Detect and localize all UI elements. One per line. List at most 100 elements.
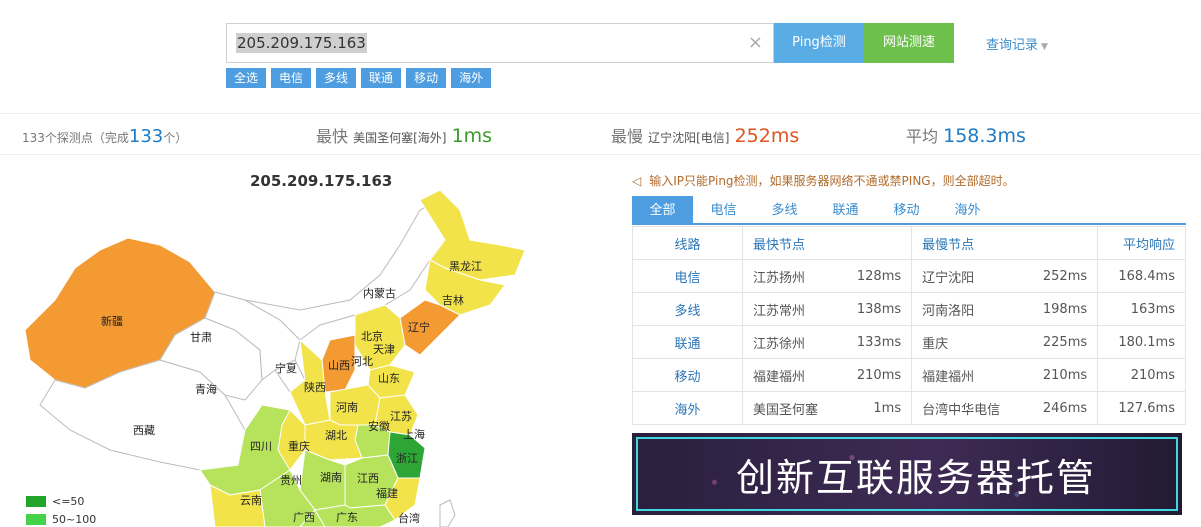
tab-overseas[interactable]: 海外 xyxy=(937,196,998,223)
fastest-location: 美国圣何塞[海外] xyxy=(353,131,447,145)
tab-all[interactable]: 全部 xyxy=(632,196,693,223)
cell-slow-node: 福建福州 xyxy=(911,358,1027,392)
fastest-stat: 最快 美国圣何塞[海外] 1ms xyxy=(316,123,492,147)
banner-text: 创新互联服务器托管 xyxy=(736,456,1097,500)
province-taiwan xyxy=(439,499,456,527)
slowest-value: 252ms xyxy=(734,125,800,147)
label-qinghai: 青海 xyxy=(195,382,217,396)
cell-fast-node: 福建福州 xyxy=(741,358,841,392)
label-gansu: 甘肃 xyxy=(190,331,212,344)
label-taiwan: 台湾 xyxy=(398,511,420,525)
tab-unicom[interactable]: 联通 xyxy=(815,196,876,223)
cell-slow-node: 重庆 xyxy=(911,325,1027,359)
clear-icon[interactable]: × xyxy=(748,32,763,54)
label-jiangxi: 江西 xyxy=(357,472,379,485)
label-henan: 河南 xyxy=(336,401,358,414)
advertisement-banner[interactable]: 创新互联服务器托管 xyxy=(632,433,1182,515)
chevron-down-icon: ▼ xyxy=(1041,42,1048,52)
label-inner-mongolia: 内蒙古 xyxy=(363,286,396,300)
filter-telecom-button[interactable]: 电信 xyxy=(271,68,312,88)
label-guangdong: 广东 xyxy=(336,511,358,524)
cell-avg: 210ms xyxy=(1097,358,1186,392)
search-box[interactable]: 205.209.175.163 × xyxy=(226,23,774,63)
search-input[interactable] xyxy=(227,24,747,62)
ping-button[interactable]: Ping检测 xyxy=(774,23,864,63)
cell-avg: 180.1ms xyxy=(1097,325,1186,359)
tab-mobile[interactable]: 移动 xyxy=(876,196,937,223)
cell-line: 联通 xyxy=(632,325,743,359)
slowest-label: 最慢 xyxy=(611,127,644,146)
line-tabs: 全部 电信 多线 联通 移动 海外 xyxy=(632,196,1186,225)
label-yunnan: 云南 xyxy=(240,494,262,507)
label-hubei: 湖北 xyxy=(325,429,347,442)
label-hebei: 河北 xyxy=(351,355,373,368)
table-row: 联通 江苏徐州 133ms 重庆 225ms 180.1ms xyxy=(632,325,1186,359)
cell-line: 多线 xyxy=(632,292,743,326)
label-beijing: 北京 xyxy=(361,329,383,343)
legend-swatch xyxy=(26,513,46,525)
cell-fast-node: 美国圣何塞 xyxy=(741,391,841,425)
tab-multiline[interactable]: 多线 xyxy=(754,196,815,223)
legend-swatch xyxy=(26,495,46,507)
label-xinjiang: 新疆 xyxy=(101,314,123,328)
slowest-location: 辽宁沈阳[电信] xyxy=(648,131,730,145)
legend-label: <=50 xyxy=(52,494,85,508)
tab-telecom[interactable]: 电信 xyxy=(693,196,754,223)
slowest-stat: 最慢 辽宁沈阳[电信] 252ms xyxy=(611,123,799,147)
cell-fast-node: 江苏徐州 xyxy=(741,325,841,359)
label-hunan: 湖南 xyxy=(320,471,342,484)
cell-slow-ms: 225ms xyxy=(1026,325,1099,359)
cell-slow-node: 台湾中华电信 xyxy=(911,391,1027,425)
average-stat: 平均 158.3ms xyxy=(906,123,1026,147)
average-label: 平均 xyxy=(906,127,939,146)
cell-slow-ms: 198ms xyxy=(1026,292,1099,326)
filter-unicom-button[interactable]: 联通 xyxy=(361,68,402,88)
cell-fast-ms: 138ms xyxy=(840,292,913,326)
cell-slow-node: 辽宁沈阳 xyxy=(911,259,1027,293)
cell-line: 海外 xyxy=(632,391,743,425)
cell-avg: 163ms xyxy=(1097,292,1186,326)
cell-line: 移动 xyxy=(632,358,743,392)
label-shaanxi: 陕西 xyxy=(304,380,326,394)
filter-overseas-button[interactable]: 海外 xyxy=(451,68,492,88)
header-line: 线路 xyxy=(632,226,743,260)
results-table: 线路 最快节点 最慢节点 平均响应 电信 江苏扬州 128ms 辽宁沈阳 252… xyxy=(632,226,1186,425)
cell-fast-ms: 1ms xyxy=(840,391,913,425)
table-row: 海外 美国圣何塞 1ms 台湾中华电信 246ms 127.6ms xyxy=(632,391,1186,425)
header-slowest: 最慢节点 xyxy=(911,226,1099,260)
label-liaoning: 辽宁 xyxy=(408,320,430,334)
query-history-label: 查询记录 xyxy=(986,38,1039,53)
cell-fast-node: 江苏常州 xyxy=(741,292,841,326)
table-row: 电信 江苏扬州 128ms 辽宁沈阳 252ms 168.4ms xyxy=(632,259,1186,293)
label-zhejiang: 浙江 xyxy=(396,452,418,465)
cell-fast-ms: 210ms xyxy=(840,358,913,392)
label-sichuan: 四川 xyxy=(250,440,272,453)
query-history-dropdown[interactable]: 查询记录 ▼ xyxy=(986,34,1048,53)
cell-slow-ms: 252ms xyxy=(1026,259,1099,293)
legend-item: <=50 xyxy=(26,492,96,510)
map-legend: <=50 50~100 xyxy=(26,492,96,527)
label-guizhou: 贵州 xyxy=(280,474,302,487)
label-guangxi: 广西 xyxy=(293,511,315,524)
cell-slow-ms: 210ms xyxy=(1026,358,1099,392)
table-row: 移动 福建福州 210ms 福建福州 210ms 210ms xyxy=(632,358,1186,392)
probe-count-done: 133 xyxy=(128,126,164,147)
label-ningxia: 宁夏 xyxy=(275,361,297,375)
header-fastest: 最快节点 xyxy=(741,226,913,260)
line-filter-buttons: 全选 电信 多线 联通 移动 海外 xyxy=(226,68,492,88)
filter-all-button[interactable]: 全选 xyxy=(226,68,267,88)
label-anhui: 安徽 xyxy=(368,419,390,433)
website-speed-button[interactable]: 网站测速 xyxy=(864,23,954,63)
probe-count-suffix: 个） xyxy=(163,131,188,145)
filter-mobile-button[interactable]: 移动 xyxy=(406,68,447,88)
speaker-icon: ◁ xyxy=(632,174,642,188)
legend-item: 50~100 xyxy=(26,510,96,527)
china-latency-map: 新疆 甘肃 青海 西藏 内蒙古 黑龙江 吉林 辽宁 北京 天津 河北 山西 山东… xyxy=(24,189,526,527)
header-average: 平均响应 xyxy=(1097,226,1186,260)
cell-slow-node: 河南洛阳 xyxy=(911,292,1027,326)
label-shanxi: 山西 xyxy=(328,359,350,372)
probe-count: 133个探测点（完成133个） xyxy=(22,126,187,147)
fastest-value: 1ms xyxy=(451,125,493,147)
filter-multiline-button[interactable]: 多线 xyxy=(316,68,357,88)
stats-bar: 133个探测点（完成133个） 最快 美国圣何塞[海外] 1ms 最慢 辽宁沈阳… xyxy=(0,113,1201,155)
